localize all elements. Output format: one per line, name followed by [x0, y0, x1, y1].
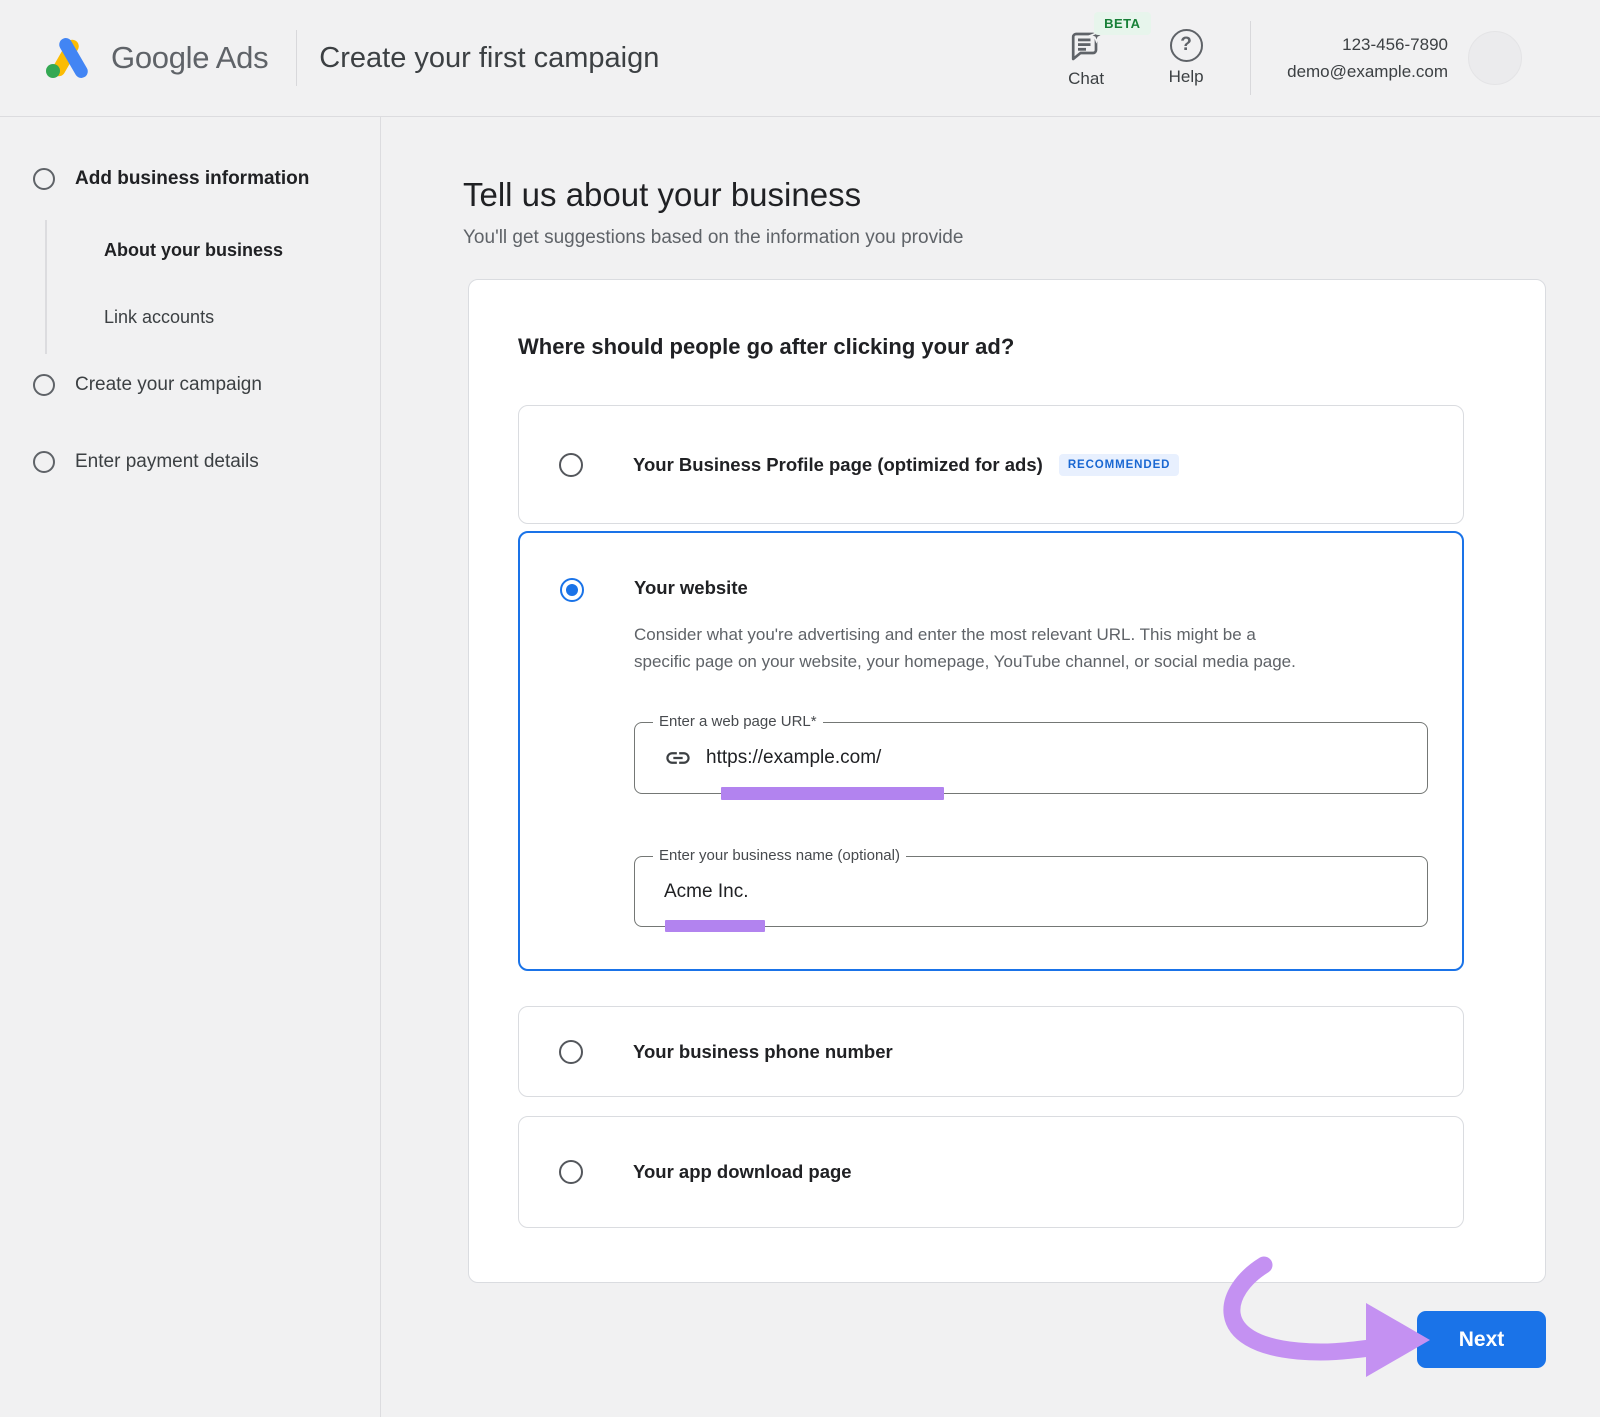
- account-email: demo@example.com: [1287, 58, 1448, 85]
- app-header: Google Ads Create your first campaign BE…: [0, 0, 1600, 117]
- step-enter-payment-details[interactable]: Enter payment details: [0, 451, 380, 473]
- radio-unselected-icon[interactable]: [559, 453, 583, 477]
- avatar[interactable]: [1468, 31, 1522, 85]
- header-divider-2: [1250, 21, 1251, 95]
- account-info: 123-456-7890 demo@example.com: [1287, 31, 1448, 85]
- substeps: About your business Link accounts: [45, 220, 380, 354]
- help-label: Help: [1169, 67, 1204, 87]
- help-button[interactable]: ? Help: [1160, 29, 1212, 87]
- step-add-business-information[interactable]: Add business information: [0, 168, 380, 190]
- option-label: Your website: [634, 577, 1428, 599]
- purple-highlight-bar: [665, 920, 765, 932]
- radio-unselected-icon[interactable]: [559, 1160, 583, 1184]
- purple-highlight-bar: [721, 787, 944, 800]
- chat-button[interactable]: BETA Chat: [1054, 28, 1118, 89]
- substep-about-your-business[interactable]: About your business: [47, 240, 380, 261]
- page-subheading: You'll get suggestions based on the info…: [463, 227, 1600, 249]
- step-label: Enter payment details: [75, 451, 259, 473]
- beta-badge: BETA: [1094, 12, 1150, 35]
- radio-selected-icon[interactable]: [560, 578, 584, 602]
- chat-label: Chat: [1068, 69, 1104, 89]
- option-app-download-page[interactable]: Your app download page: [518, 1116, 1464, 1228]
- header-divider: [296, 30, 297, 86]
- step-circle-icon: [33, 374, 55, 396]
- step-create-your-campaign[interactable]: Create your campaign: [0, 374, 380, 396]
- option-label: Your app download page: [633, 1161, 852, 1183]
- link-chain-icon: [664, 744, 692, 772]
- step-circle-icon: [33, 451, 55, 473]
- web-page-url-input[interactable]: Enter a web page URL* https://example.co…: [634, 722, 1428, 794]
- destination-question: Where should people go after clicking yo…: [518, 334, 1496, 360]
- substep-link-accounts[interactable]: Link accounts: [47, 307, 380, 328]
- option-label: Your Business Profile page (optimized fo…: [633, 454, 1043, 476]
- option-business-phone-number[interactable]: Your business phone number: [518, 1006, 1464, 1097]
- question-mark-circle-icon: ?: [1170, 29, 1203, 62]
- recommended-badge: RECOMMENDED: [1059, 454, 1180, 476]
- business-info-card: Where should people go after clicking yo…: [468, 279, 1546, 1283]
- google-ads-logo: Google Ads: [40, 32, 268, 84]
- url-field-label: Enter a web page URL*: [653, 713, 823, 730]
- option-business-profile-page[interactable]: Your Business Profile page (optimized fo…: [518, 405, 1464, 524]
- next-button[interactable]: Next: [1417, 1311, 1546, 1368]
- business-name-input[interactable]: Enter your business name (optional) Acme…: [634, 856, 1428, 927]
- step-label: Add business information: [75, 168, 309, 190]
- business-name-field-value: Acme Inc.: [664, 881, 748, 903]
- page-title: Create your first campaign: [319, 42, 659, 75]
- account-phone: 123-456-7890: [1287, 31, 1448, 58]
- option-description: Consider what you're advertising and ent…: [634, 621, 1428, 675]
- google-ads-logo-icon: [40, 32, 92, 84]
- brand-name: Google Ads: [111, 40, 268, 76]
- step-circle-icon: [33, 168, 55, 190]
- radio-unselected-icon[interactable]: [559, 1040, 583, 1064]
- business-name-field-label: Enter your business name (optional): [653, 847, 906, 864]
- option-label: Your business phone number: [633, 1041, 893, 1063]
- url-field-value: https://example.com/: [706, 747, 881, 769]
- page-heading: Tell us about your business: [463, 176, 1600, 214]
- progress-sidebar: Add business information About your busi…: [0, 117, 381, 1417]
- option-your-website[interactable]: Your website Consider what you're advert…: [518, 531, 1464, 971]
- step-label: Create your campaign: [75, 374, 262, 396]
- main-content: Tell us about your business You'll get s…: [381, 117, 1600, 1417]
